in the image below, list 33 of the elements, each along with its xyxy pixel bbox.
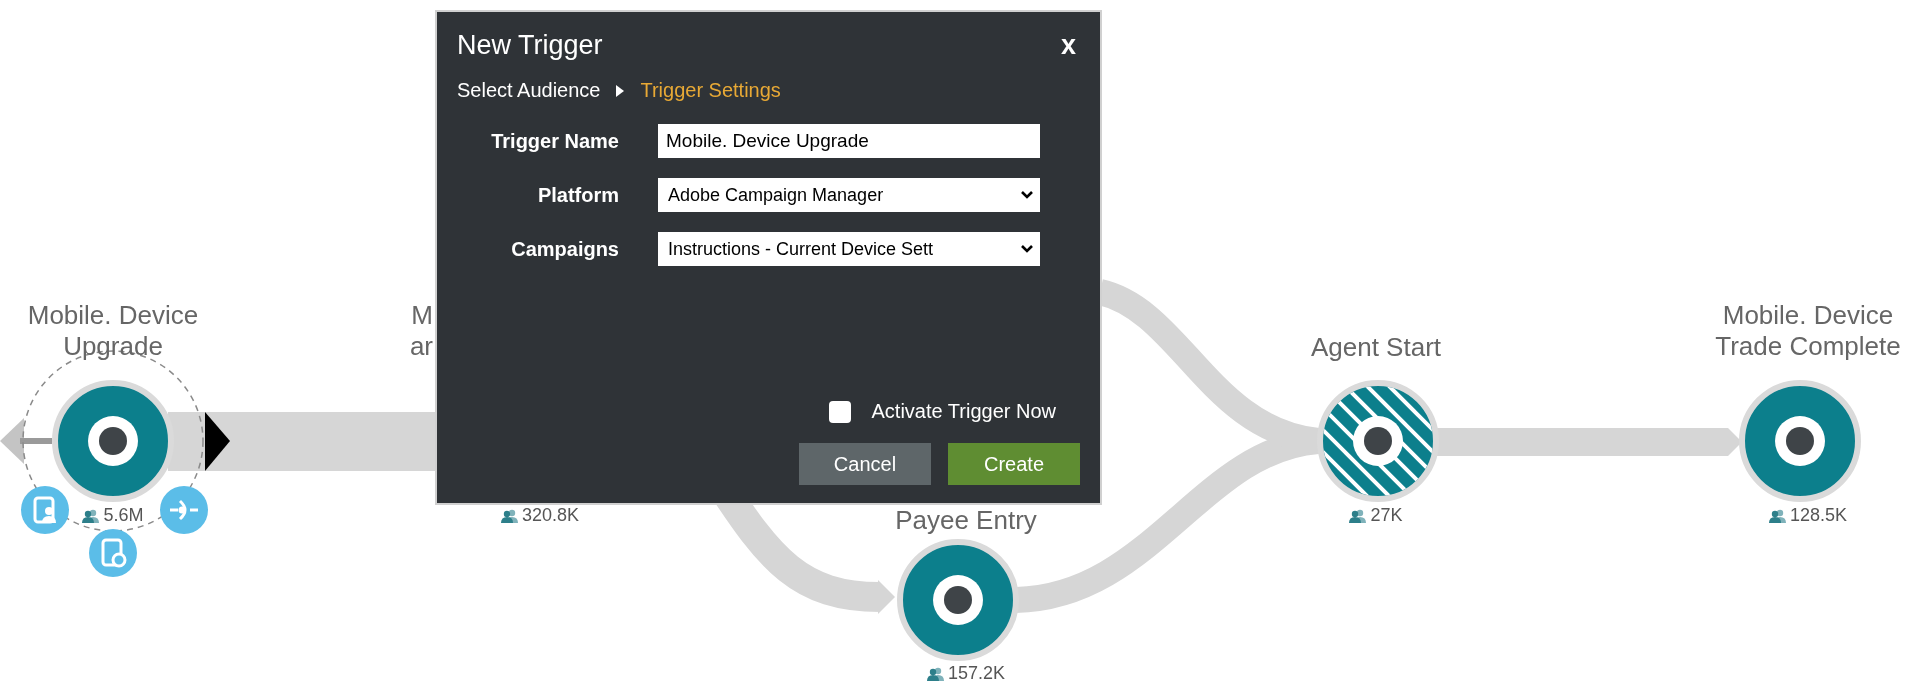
close-button[interactable]: x bbox=[1056, 30, 1080, 61]
people-icon bbox=[1349, 508, 1368, 523]
activate-checkbox[interactable] bbox=[829, 400, 852, 423]
cancel-button[interactable]: Cancel bbox=[799, 443, 931, 485]
audience-count: 27K bbox=[1370, 505, 1403, 526]
breadcrumb-step[interactable]: Trigger Settings bbox=[640, 79, 781, 102]
chevron-down-icon bbox=[1020, 244, 1034, 254]
node-label: Mobile. Device Upgrade bbox=[26, 300, 200, 362]
node-label: M ar bbox=[408, 300, 433, 362]
node-label: Payee Entry bbox=[894, 505, 1038, 536]
audience-count: 128.5K bbox=[1789, 505, 1848, 526]
audience-count: 320.8K bbox=[521, 505, 580, 526]
breadcrumb-step[interactable]: Select Audience bbox=[457, 79, 601, 102]
field-label: Platform bbox=[536, 183, 619, 207]
field-label: Trigger Name bbox=[490, 129, 619, 153]
people-icon bbox=[1768, 508, 1787, 523]
caret-icon bbox=[616, 84, 625, 97]
field-label: Campaigns bbox=[510, 237, 619, 261]
people-icon bbox=[500, 508, 519, 523]
people-icon bbox=[926, 666, 945, 681]
dialog-title: New Trigger bbox=[457, 30, 603, 61]
create-button[interactable]: Create bbox=[948, 443, 1080, 485]
node-label: Mobile. Device Trade Complete bbox=[1714, 300, 1902, 362]
trigger-name-field[interactable]: Mobile. Device Upgrade bbox=[658, 124, 1040, 158]
node-label: Agent Start bbox=[1309, 332, 1443, 363]
audience-count: 5.6M bbox=[103, 505, 144, 526]
chevron-down-icon bbox=[1020, 190, 1034, 200]
dropdown[interactable]: Instructions - Current Device Sett bbox=[658, 232, 1040, 266]
audience-count: 157.2K bbox=[947, 663, 1006, 684]
back-arrow bbox=[0, 418, 52, 464]
checkbox-label: Activate Trigger Now bbox=[871, 400, 1056, 423]
people-icon bbox=[82, 508, 101, 523]
dropdown[interactable]: Adobe Campaign Manager bbox=[658, 178, 1040, 212]
